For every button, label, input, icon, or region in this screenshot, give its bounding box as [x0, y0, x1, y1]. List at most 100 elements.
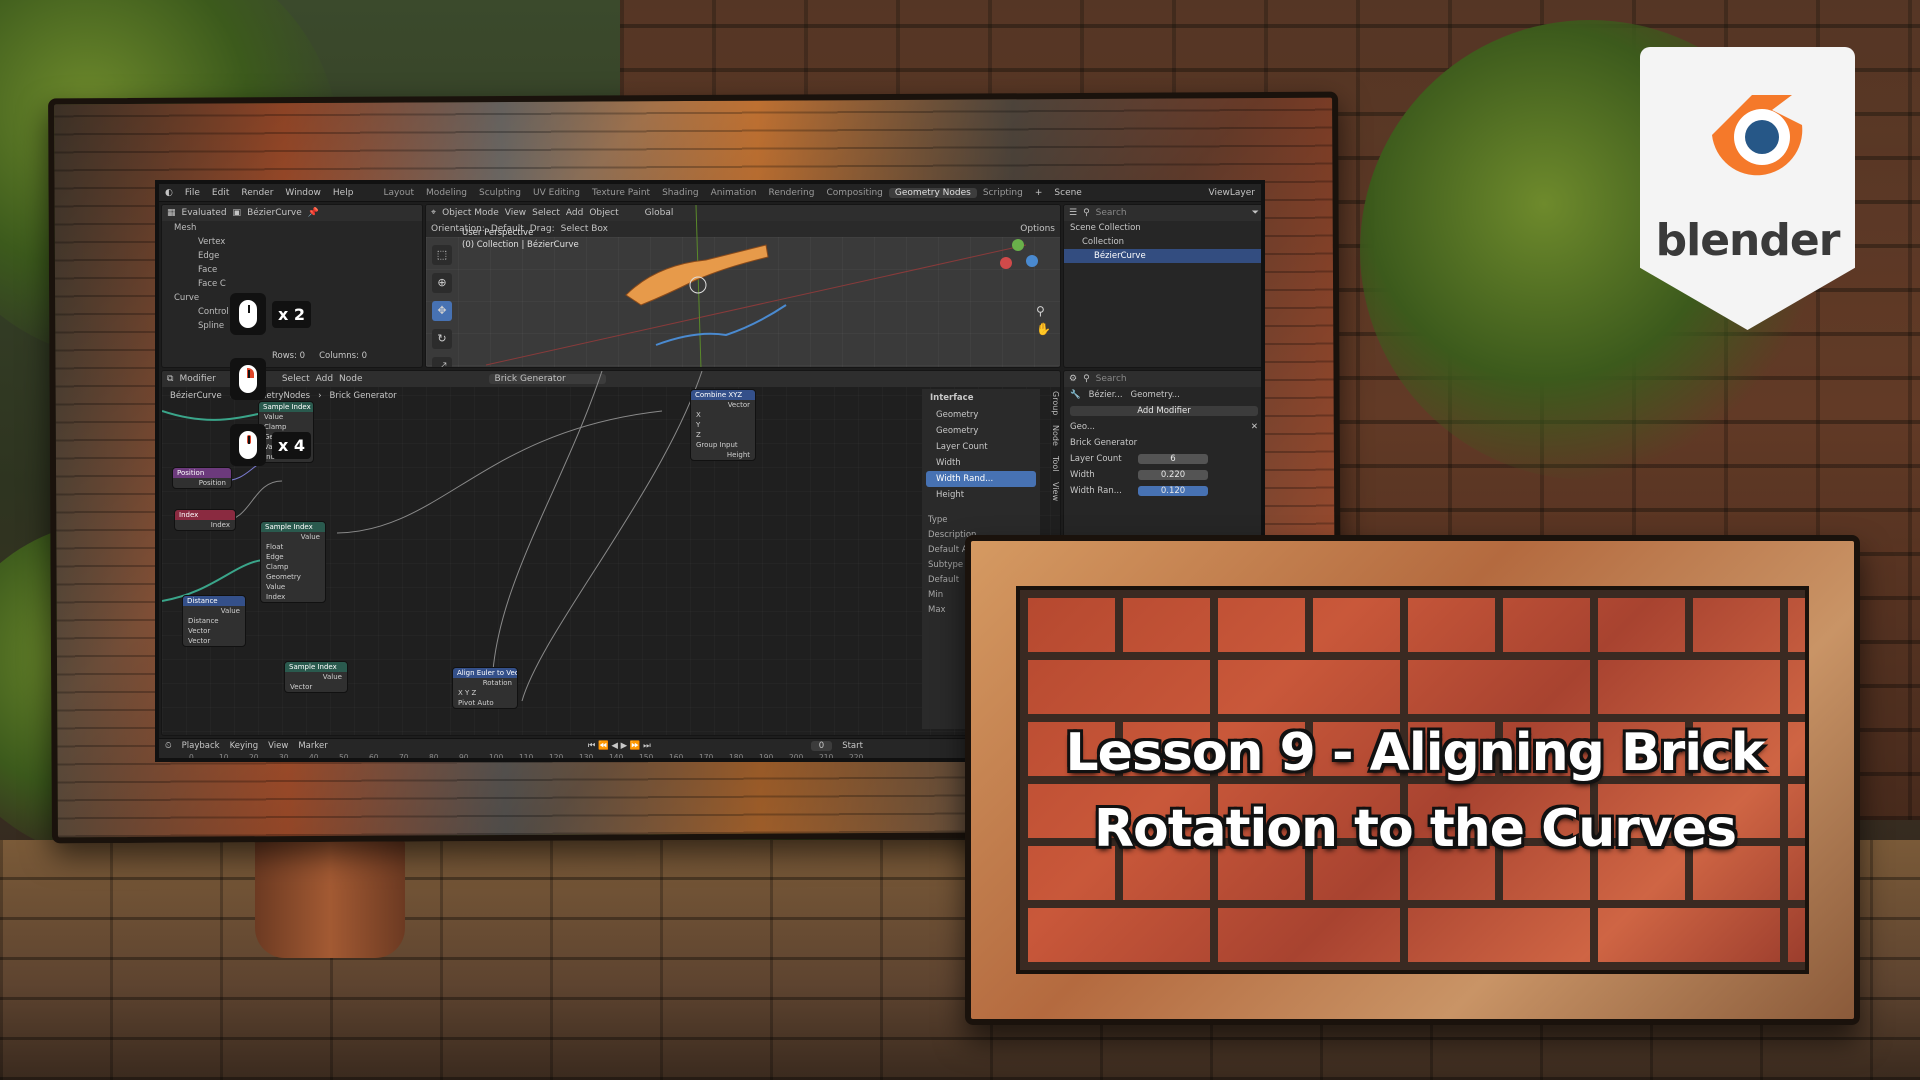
interface-heading[interactable]: Interface	[922, 389, 1040, 407]
node-socket: Clamp	[266, 563, 289, 571]
tick: 80	[429, 753, 439, 762]
tab-scripting[interactable]: Scripting	[977, 188, 1029, 198]
playback-menu[interactable]: Playback	[182, 741, 220, 751]
node-socket: Value	[322, 673, 342, 681]
evaluated-dropdown[interactable]: Evaluated	[182, 208, 227, 218]
modifier-name[interactable]: Geo...	[1070, 422, 1095, 432]
node-index[interactable]: Index Index	[174, 509, 236, 531]
node-socket: Position	[198, 479, 226, 487]
menu-render[interactable]: Render	[235, 188, 279, 198]
width-random-input[interactable]: 0.120	[1138, 486, 1208, 496]
tick: 60	[369, 753, 379, 762]
gizmo-y-icon	[1012, 239, 1024, 251]
tab-layout[interactable]: Layout	[377, 188, 420, 198]
current-frame-input[interactable]: 0	[810, 741, 833, 751]
interface-item-width-random[interactable]: Width Rand...	[926, 471, 1036, 487]
tab-geometry-nodes[interactable]: Geometry Nodes	[888, 187, 977, 198]
tab-rendering[interactable]: Rendering	[763, 188, 821, 198]
menu-help[interactable]: Help	[327, 188, 360, 198]
tab-compositing[interactable]: Compositing	[820, 188, 888, 198]
node-socket: Vector	[727, 401, 750, 409]
node-align-euler-to-vector[interactable]: Align Euler to Vector Rotation X Y Z Piv…	[452, 667, 518, 709]
node-sample-index-2[interactable]: Sample Index Value Float Edge Clamp Geom…	[260, 521, 326, 603]
view-layer-selector[interactable]: ViewLayer	[1203, 188, 1261, 198]
interface-item-height[interactable]: Height	[922, 487, 1040, 503]
keying-menu[interactable]: Keying	[230, 741, 259, 751]
interface-item-geometry-in[interactable]: Geometry	[922, 423, 1040, 439]
add-modifier-button[interactable]: Add Modifier	[1070, 406, 1258, 416]
outliner-beziercurve[interactable]: BézierCurve	[1064, 249, 1261, 263]
node-sample-index-3[interactable]: Sample Index Value Vector	[284, 661, 348, 693]
menu-window[interactable]: Window	[279, 188, 327, 198]
node-socket: Vector	[188, 627, 211, 635]
tab-shading[interactable]: Shading	[656, 188, 705, 198]
outliner-search[interactable]: Search	[1096, 208, 1127, 218]
zoom-icon: ⚲	[1036, 304, 1045, 318]
width-input[interactable]: 0.220	[1138, 470, 1208, 480]
node-title: Sample Index	[285, 662, 347, 672]
tree-mesh[interactable]: Mesh	[162, 221, 422, 235]
tab-texture-paint[interactable]: Texture Paint	[586, 188, 656, 198]
menu-edit[interactable]: Edit	[206, 188, 235, 198]
node-distance[interactable]: Distance Value Distance Vector Vector	[182, 595, 246, 647]
tab-tool[interactable]: Tool	[1042, 456, 1060, 472]
tab-view[interactable]: View	[1042, 482, 1060, 501]
lesson-title-line1: Lesson 9 - Aligning Brick	[1065, 723, 1766, 783]
tick: 150	[639, 753, 654, 762]
3d-viewport[interactable]: ⌖ Object Mode View Select Add Object Glo…	[425, 204, 1061, 368]
field-width-random: Width Ran... 0.120	[1064, 483, 1261, 499]
tree-edge[interactable]: Edge	[162, 249, 422, 263]
mouse-hint-right-click	[230, 358, 266, 400]
tab-uv-editing[interactable]: UV Editing	[527, 188, 586, 198]
tick: 20	[249, 753, 259, 762]
tick: 40	[309, 753, 319, 762]
tick: 140	[609, 753, 624, 762]
timeline-view-menu[interactable]: View	[268, 741, 288, 751]
node-position[interactable]: Position Position	[172, 467, 232, 489]
blender-app-icon[interactable]: ◐	[159, 188, 179, 198]
interface-item-width[interactable]: Width	[922, 455, 1040, 471]
search-icon: ⚲	[1083, 208, 1090, 218]
tab-group[interactable]: Group	[1042, 391, 1060, 415]
tab-modeling[interactable]: Modeling	[420, 188, 473, 198]
add-workspace-icon[interactable]: +	[1029, 188, 1049, 198]
tree-face[interactable]: Face	[162, 263, 422, 277]
gizmo-x-icon	[1000, 257, 1012, 269]
outliner-scene-collection[interactable]: Scene Collection	[1064, 221, 1261, 235]
pin-icon[interactable]: 📌	[308, 208, 319, 218]
add-modifier-row: Add Modifier	[1064, 403, 1261, 419]
node-title: Index	[175, 510, 235, 520]
blender-logo-mark-icon	[1712, 95, 1803, 176]
mouse-hint-scroll: x 4	[230, 424, 312, 466]
tree-vertex[interactable]: Vertex	[162, 235, 422, 249]
play-controls[interactable]: ⏮ ⏪ ◀ ▶ ⏩ ⏭	[588, 741, 651, 751]
tab-animation[interactable]: Animation	[705, 188, 763, 198]
lesson-title-line2: Rotation to the Curves	[1093, 799, 1737, 859]
outliner-collection[interactable]: Collection	[1064, 235, 1261, 249]
menu-file[interactable]: File	[179, 188, 206, 198]
outliner-editor-icon[interactable]: ☰	[1069, 208, 1077, 218]
properties-search[interactable]: Search	[1096, 374, 1127, 384]
mouse-hint-double-click: x 2	[230, 293, 312, 335]
node-group-selector[interactable]: Brick Generator	[1070, 438, 1137, 448]
node-socket: Value	[266, 583, 286, 591]
tab-sculpting[interactable]: Sculpting	[473, 188, 527, 198]
tree-face-corner[interactable]: Face C	[162, 277, 422, 291]
tick: 210	[819, 753, 834, 762]
properties-editor-icon[interactable]: ⚙	[1069, 374, 1077, 384]
layer-count-input[interactable]: 6	[1138, 454, 1208, 464]
mouse-right-click-icon	[230, 358, 266, 400]
tab-node[interactable]: Node	[1042, 425, 1060, 446]
filter-icon[interactable]: ⏷	[1252, 208, 1259, 218]
tick: 180	[729, 753, 744, 762]
field-label: Width	[1070, 470, 1095, 480]
node-combine-xyz[interactable]: Combine XYZ Vector X Y Z Group Input Hei…	[690, 389, 756, 461]
interface-item-layer-count[interactable]: Layer Count	[922, 439, 1040, 455]
timeline-editor-icon[interactable]: ⏲	[165, 741, 172, 751]
interface-item-geometry-out[interactable]: Geometry	[922, 407, 1040, 423]
spreadsheet-editor-icon[interactable]: ▦	[167, 208, 176, 218]
marker-menu[interactable]: Marker	[298, 741, 327, 751]
spreadsheet-object: BézierCurve	[247, 208, 302, 218]
scene-selector[interactable]: Scene	[1048, 188, 1087, 198]
modifier-close-icon[interactable]: ✕	[1251, 422, 1258, 432]
